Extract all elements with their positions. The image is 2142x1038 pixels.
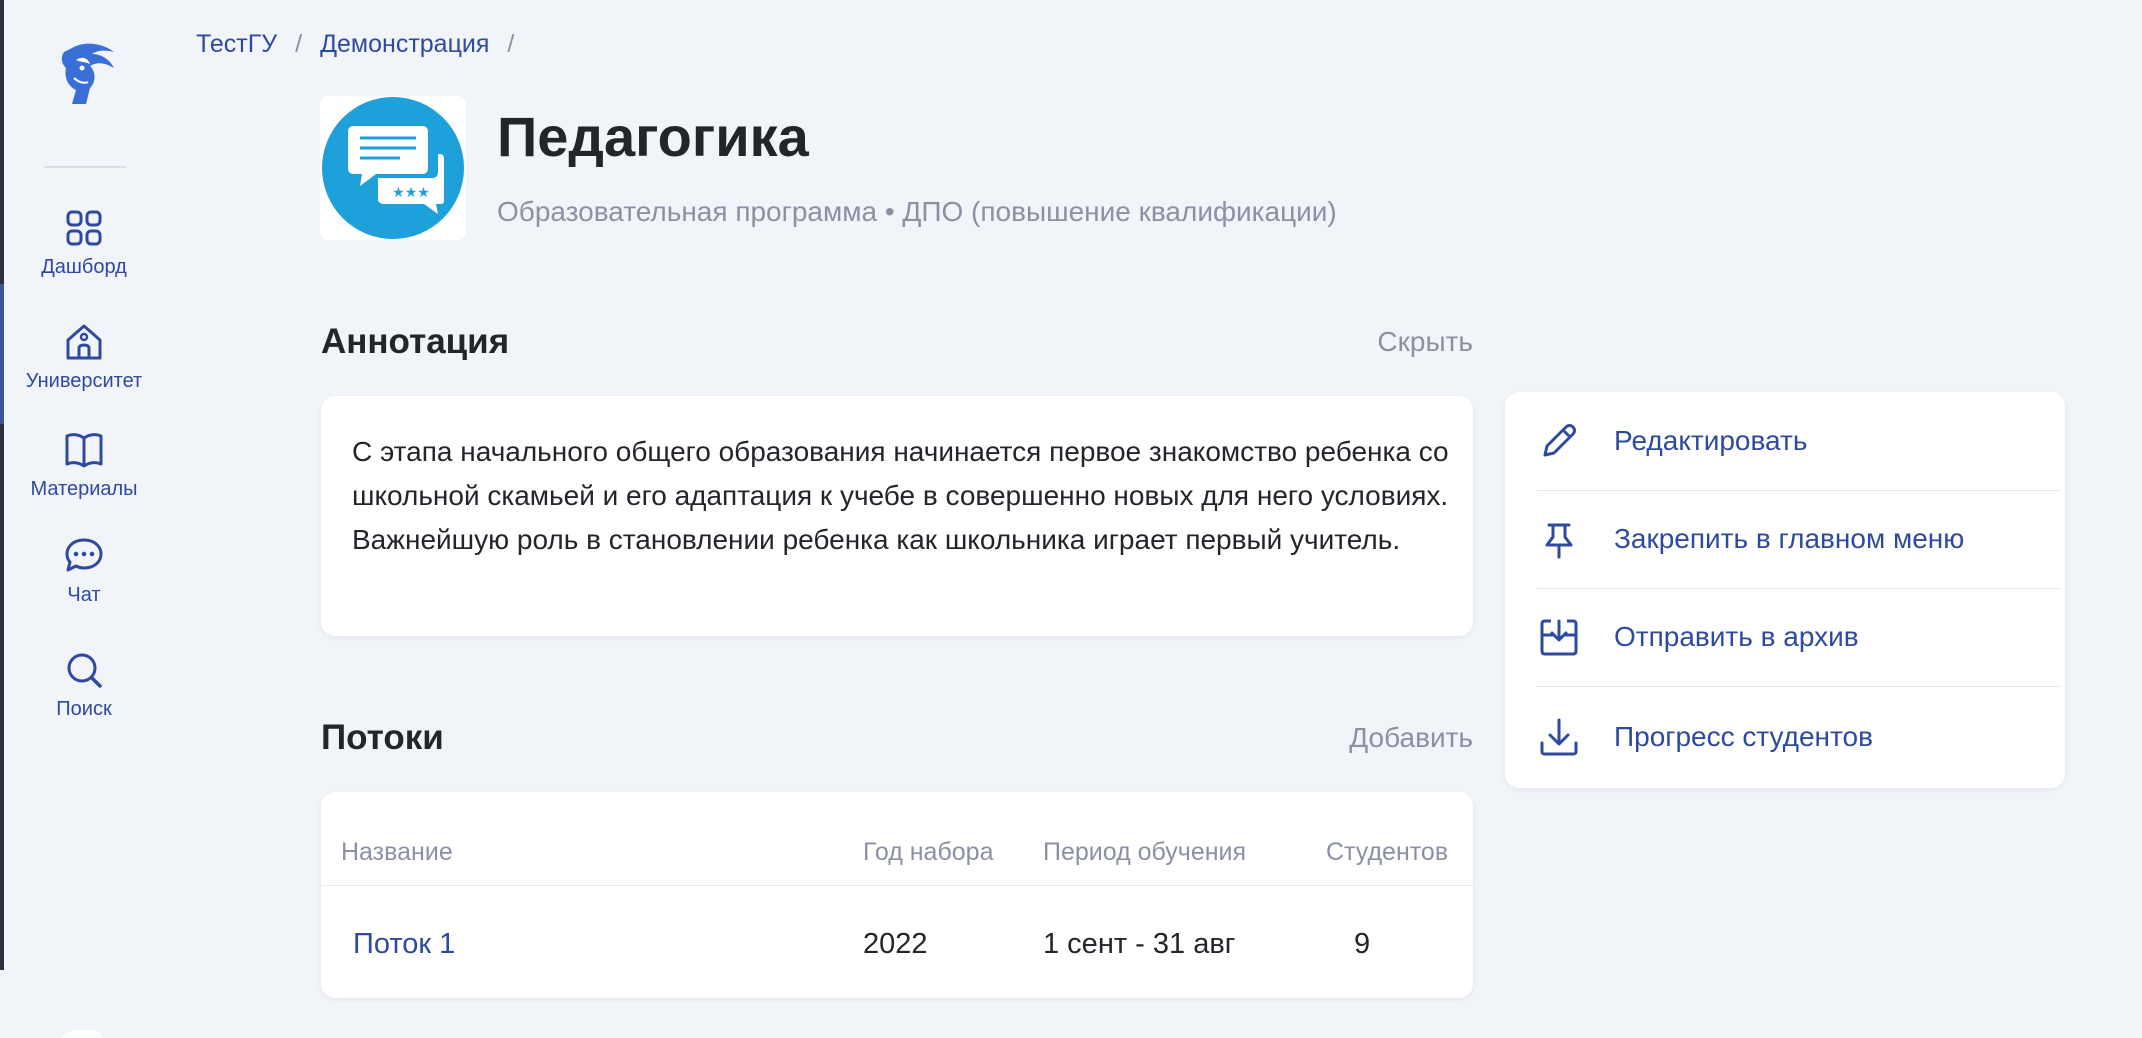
book-icon xyxy=(65,433,103,468)
download-icon xyxy=(1540,718,1578,756)
university-logo-icon[interactable] xyxy=(52,38,122,108)
chat-icon xyxy=(65,538,103,572)
actions-card: Редактировать Закрепить в главном меню О… xyxy=(1505,392,2065,788)
stream-students: 9 xyxy=(1354,928,1371,960)
breadcrumb-separator: / xyxy=(507,30,515,58)
column-header-year[interactable]: Год набора xyxy=(863,838,994,867)
student-progress-button[interactable]: Прогресс студентов xyxy=(1537,688,2061,786)
pencil-icon xyxy=(1543,424,1576,457)
sidebar-item-dashboard[interactable]: Дашборд xyxy=(4,206,164,296)
edit-button[interactable]: Редактировать xyxy=(1537,392,2061,490)
annotation-card: С этапа начального общего образования на… xyxy=(321,396,1473,636)
pin-icon xyxy=(1545,523,1573,559)
program-chat-icon: ★★★ xyxy=(322,97,464,239)
annotation-title: Аннотация xyxy=(321,322,510,361)
stream-period: 1 сент - 31 авг xyxy=(1043,928,1236,960)
breadcrumb: ТестГУ / Демонстрация / xyxy=(196,30,532,59)
stream-name-link[interactable]: Поток 1 xyxy=(353,928,455,961)
breadcrumb-item-demo[interactable]: Демонстрация xyxy=(320,30,489,59)
search-icon xyxy=(67,653,102,688)
grid-icon xyxy=(66,210,102,246)
sidebar-item-materials[interactable]: Материалы xyxy=(4,428,164,518)
page-subtitle: Образовательная программа • ДПО (повышен… xyxy=(497,196,1337,227)
streams-title: Потоки xyxy=(321,718,444,757)
svg-text:★★★: ★★★ xyxy=(392,185,430,201)
pin-to-menu-button[interactable]: Закрепить в главном меню xyxy=(1537,490,2061,588)
action-label: Прогресс студентов xyxy=(1614,721,1873,752)
column-header-students[interactable]: Студентов xyxy=(1326,838,1448,867)
bottom-widget-edge xyxy=(60,1030,106,1038)
sidebar-item-label: Материалы xyxy=(30,478,138,500)
sidebar: Дашборд Университет Материалы Чат Поиск xyxy=(4,0,164,970)
action-label: Отправить в архив xyxy=(1614,621,1859,652)
action-label: Закрепить в главном меню xyxy=(1614,523,1965,554)
archive-icon xyxy=(1540,619,1578,656)
sidebar-item-label: Университет xyxy=(25,370,143,392)
sidebar-item-university[interactable]: Университет xyxy=(4,320,164,410)
university-icon xyxy=(66,324,102,360)
column-header-period[interactable]: Период обучения xyxy=(1043,838,1246,867)
program-icon: ★★★ xyxy=(320,96,466,240)
action-label: Редактировать xyxy=(1614,425,1808,456)
column-header-name[interactable]: Название xyxy=(341,838,453,867)
sidebar-divider xyxy=(44,166,126,168)
sidebar-item-label: Дашборд xyxy=(41,256,127,278)
breadcrumb-separator: / xyxy=(295,30,303,58)
archive-button[interactable]: Отправить в архив xyxy=(1537,588,2061,686)
page-title: Педагогика xyxy=(497,105,809,168)
hide-annotation-button[interactable]: Скрыть xyxy=(1377,326,1473,358)
sidebar-item-label: Чат xyxy=(67,584,101,606)
stream-year: 2022 xyxy=(863,928,928,960)
sidebar-item-search[interactable]: Поиск xyxy=(4,648,164,738)
streams-table: Название Год набора Период обучения Студ… xyxy=(321,792,1473,998)
action-divider xyxy=(1537,686,2061,687)
table-divider xyxy=(321,885,1473,886)
sidebar-item-label: Поиск xyxy=(56,698,112,720)
add-stream-button[interactable]: Добавить xyxy=(1349,722,1473,754)
sidebar-item-chat[interactable]: Чат xyxy=(4,534,164,624)
annotation-text: С этапа начального общего образования на… xyxy=(352,436,1449,555)
breadcrumb-item-university[interactable]: ТестГУ xyxy=(196,30,277,59)
